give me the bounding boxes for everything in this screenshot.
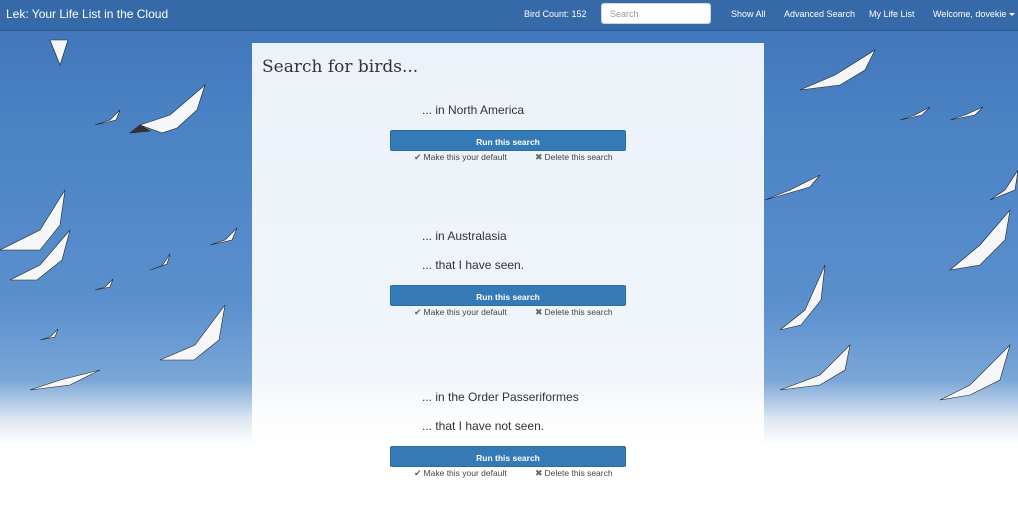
saved-searches-panel: Search for birds... ... in North America…: [252, 43, 764, 478]
nav-advanced-search[interactable]: Advanced Search: [784, 9, 855, 19]
close-icon: ✖: [535, 152, 543, 162]
delete-search-2-label: Delete this search: [544, 307, 613, 317]
close-icon: ✖: [535, 468, 543, 478]
page-title: Search for birds...: [262, 57, 419, 77]
default-search-1-link[interactable]: ✔ Make this your default: [414, 152, 507, 163]
search-input[interactable]: [601, 3, 711, 24]
check-icon: ✔: [414, 307, 422, 317]
default-search-3-link[interactable]: ✔ Make this your default: [414, 468, 507, 479]
delete-search-3-label: Delete this search: [544, 468, 613, 478]
delete-search-2-link[interactable]: ✖ Delete this search: [535, 307, 613, 318]
check-icon: ✔: [414, 152, 422, 162]
app-brand[interactable]: Lek: Your Life List in the Cloud: [6, 7, 168, 21]
check-icon: ✔: [414, 468, 422, 478]
nav-show-all[interactable]: Show All: [731, 9, 766, 19]
close-icon: ✖: [535, 307, 543, 317]
default-search-1-label: Make this your default: [423, 152, 507, 162]
search-1-criteria-1: ... in North America: [422, 103, 525, 117]
bird-count: Bird Count: 152: [524, 9, 587, 19]
run-search-1-button[interactable]: Run this search: [390, 130, 626, 151]
top-navbar: Lek: Your Life List in the Cloud Bird Co…: [0, 0, 1018, 31]
default-search-2-link[interactable]: ✔ Make this your default: [414, 307, 507, 318]
search-3-criteria-2: ... that I have not seen.: [422, 419, 545, 433]
user-menu[interactable]: Welcome, dovekie: [933, 9, 1016, 19]
delete-search-3-link[interactable]: ✖ Delete this search: [535, 468, 613, 479]
default-search-2-label: Make this your default: [423, 307, 507, 317]
delete-search-1-label: Delete this search: [544, 152, 613, 162]
run-search-3-button[interactable]: Run this search: [390, 446, 626, 467]
delete-search-1-link[interactable]: ✖ Delete this search: [535, 152, 613, 163]
user-menu-label: Welcome, dovekie: [933, 9, 1007, 19]
run-search-2-button[interactable]: Run this search: [390, 285, 626, 306]
default-search-3-label: Make this your default: [423, 468, 507, 478]
search-2-criteria-2: ... that I have seen.: [422, 258, 525, 272]
search-2-criteria-1: ... in Australasia: [422, 229, 507, 243]
nav-my-life-list[interactable]: My Life List: [869, 9, 915, 19]
search-3-criteria-1: ... in the Order Passeriformes: [422, 390, 579, 404]
caret-down-icon: [1009, 13, 1016, 16]
